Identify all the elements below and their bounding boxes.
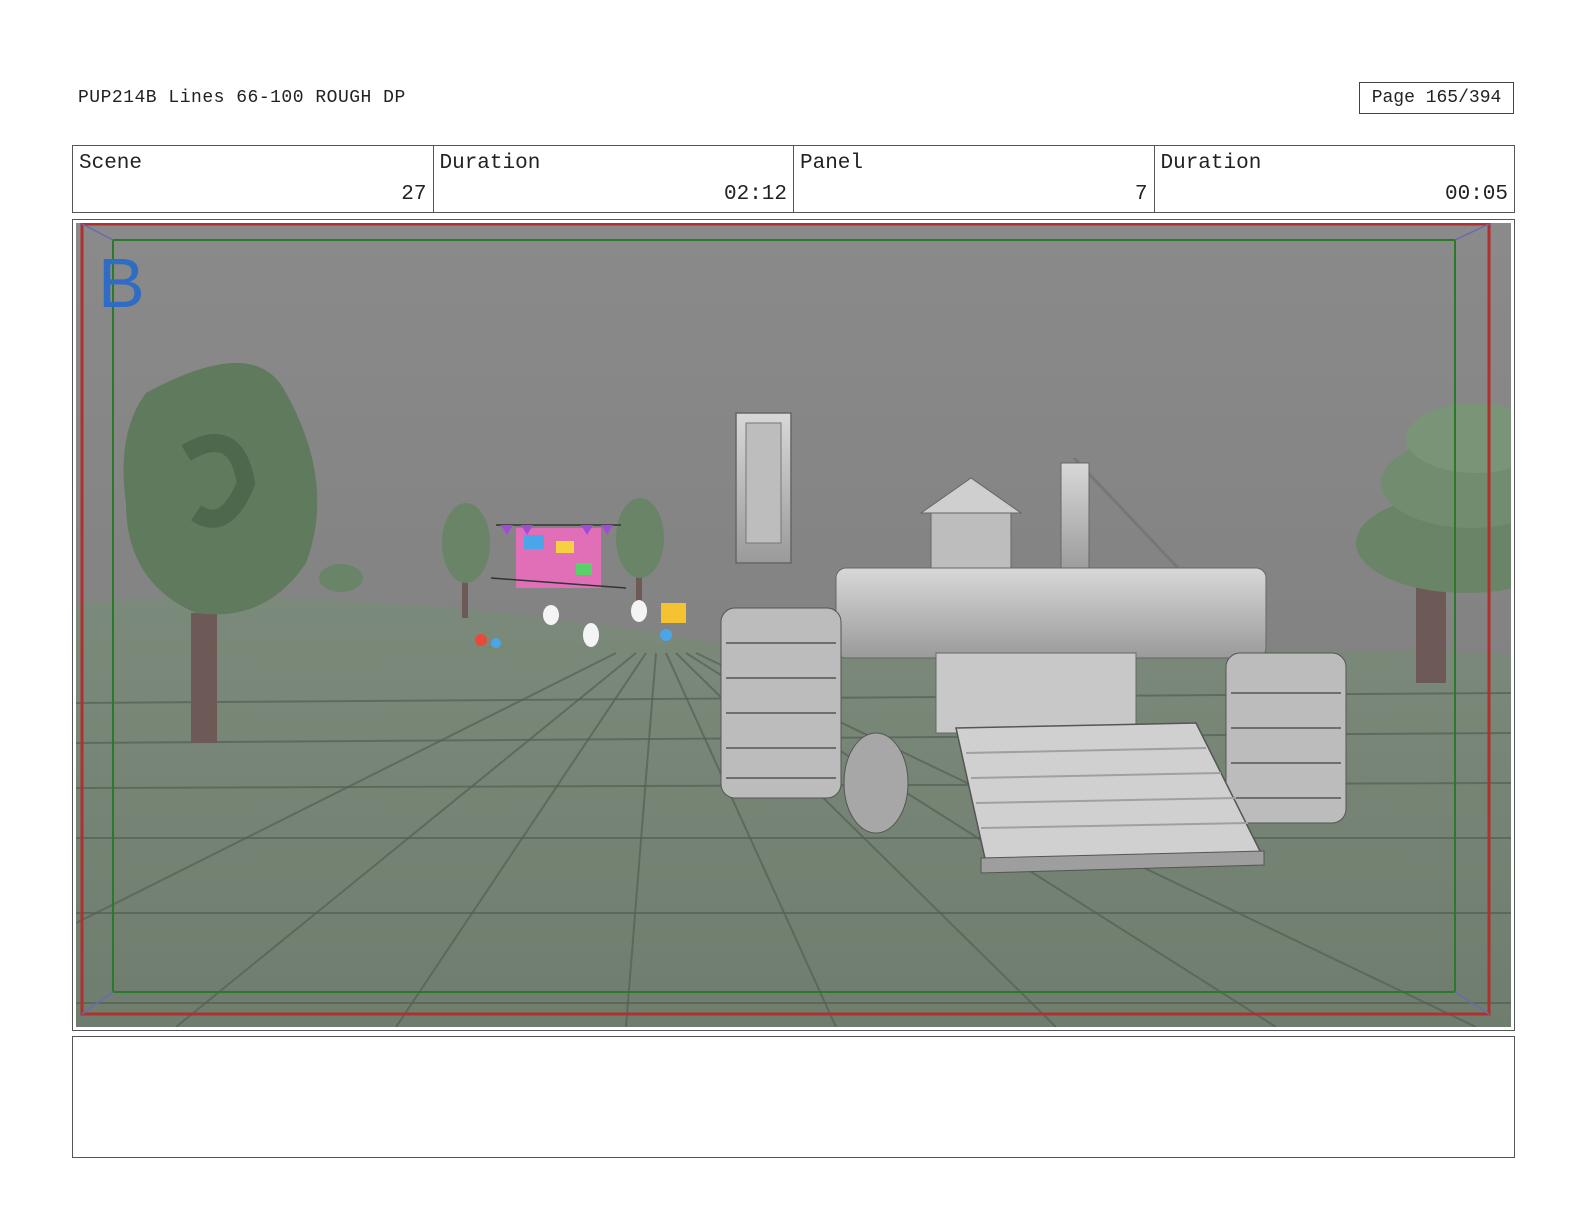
scene-cell: Scene 27 bbox=[73, 146, 434, 212]
panel-duration-label: Duration bbox=[1160, 152, 1262, 175]
document-title: PUP214B Lines 66-100 ROUGH DP bbox=[78, 88, 406, 108]
panel-value: 7 bbox=[1134, 183, 1148, 206]
scene-value: 27 bbox=[401, 183, 427, 206]
panel-label: Panel bbox=[800, 152, 864, 175]
panel-cell: Panel 7 bbox=[794, 146, 1155, 212]
panel-notes-box[interactable] bbox=[72, 1036, 1515, 1158]
storyboard-panel-image bbox=[76, 223, 1511, 1027]
panel-duration-value: 00:05 bbox=[1444, 183, 1508, 206]
scene-info-row: Scene 27 Duration 02:12 Panel 7 Duration… bbox=[72, 145, 1515, 213]
panel-letter-label: B bbox=[98, 244, 145, 322]
scene-duration-cell: Duration 02:12 bbox=[434, 146, 794, 212]
scene-label: Scene bbox=[79, 152, 143, 175]
scene-duration-value: 02:12 bbox=[723, 183, 787, 206]
page-indicator: Page 165/394 bbox=[1359, 82, 1514, 114]
scene-duration-label: Duration bbox=[439, 152, 541, 175]
panel-duration-cell: Duration 00:05 bbox=[1155, 146, 1515, 212]
